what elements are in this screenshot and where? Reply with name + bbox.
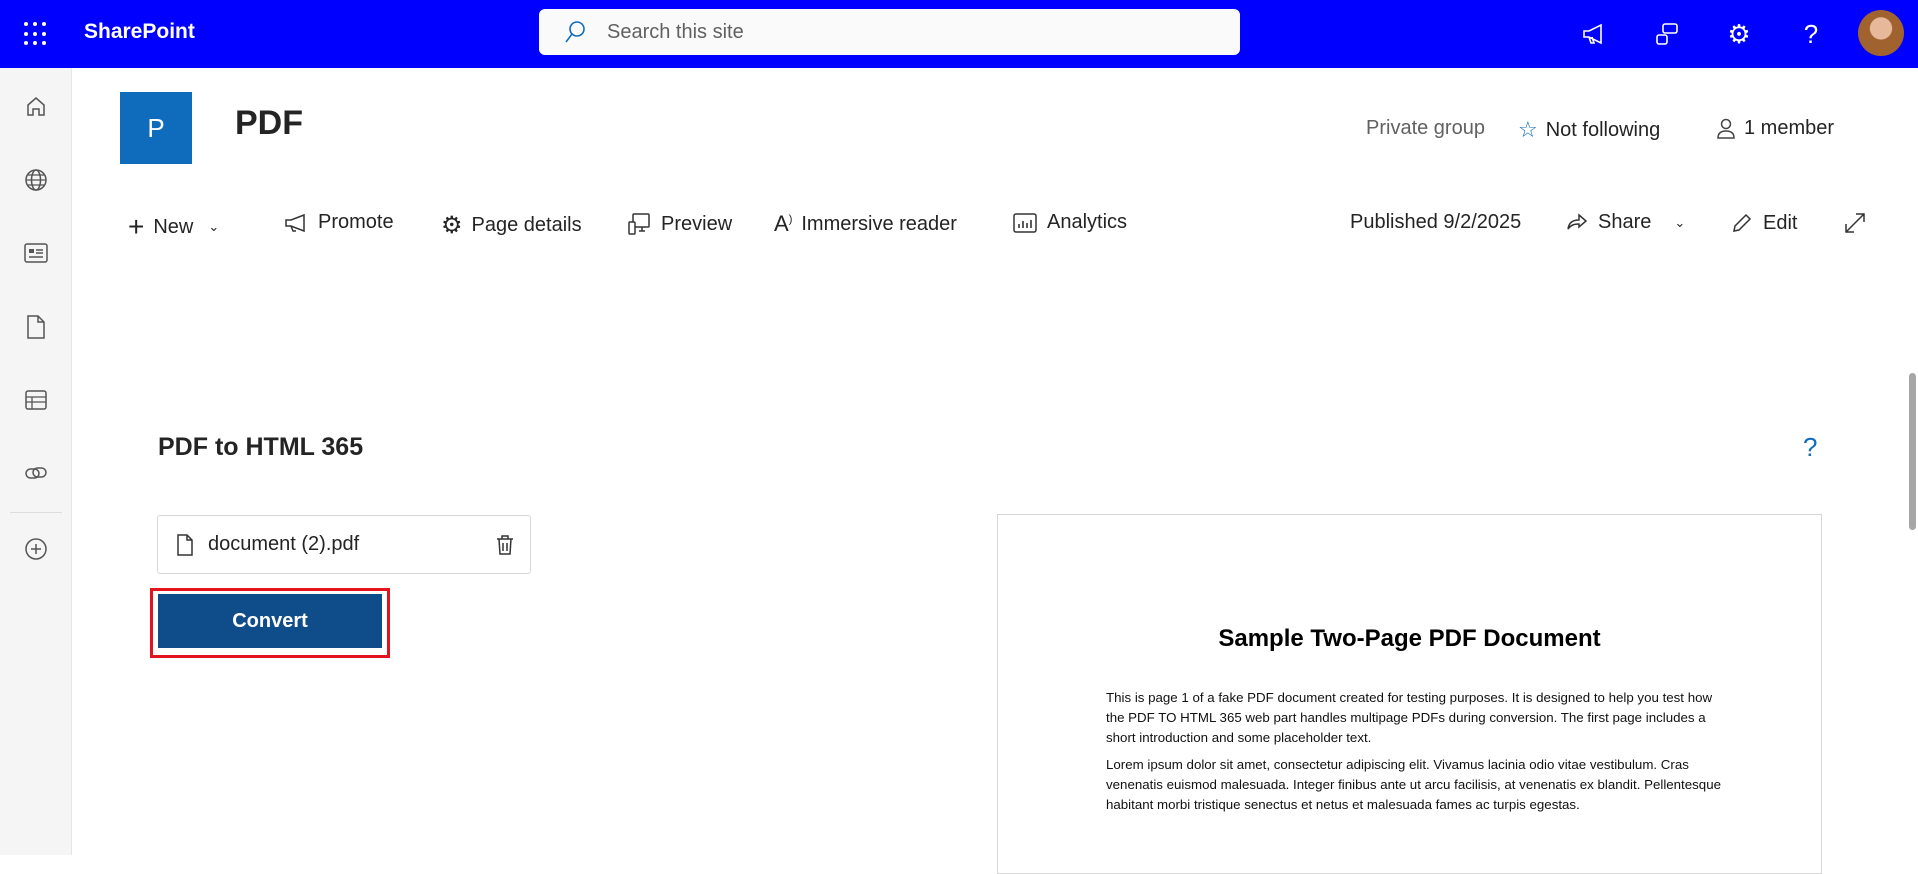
published-status: Published 9/2/2025 bbox=[1350, 211, 1522, 233]
webpart-title: PDF to HTML 365 bbox=[158, 433, 364, 461]
plus-icon: + bbox=[128, 211, 145, 242]
expand-icon bbox=[1845, 213, 1865, 233]
follow-button[interactable]: ☆ Not following bbox=[1518, 117, 1660, 143]
search-placeholder: Search this site bbox=[607, 20, 744, 43]
share-label: Share bbox=[1598, 211, 1652, 233]
file-icon[interactable] bbox=[22, 313, 50, 341]
trash-icon[interactable] bbox=[494, 534, 516, 556]
feedback-icon[interactable] bbox=[1649, 16, 1685, 52]
gear-icon: ⚙ bbox=[441, 212, 463, 239]
page-details-button[interactable]: ⚙ Page details bbox=[441, 211, 582, 240]
news-icon[interactable] bbox=[22, 239, 50, 267]
new-label: New bbox=[153, 215, 194, 238]
file-item: document (2).pdf bbox=[157, 515, 531, 574]
immersive-reader-label: Immersive reader bbox=[801, 212, 957, 235]
search-input[interactable]: Search this site bbox=[539, 9, 1240, 55]
rail-divider bbox=[10, 512, 62, 513]
site-title[interactable]: PDF bbox=[235, 104, 303, 143]
person-icon bbox=[1717, 118, 1735, 139]
pencil-icon bbox=[1733, 213, 1752, 232]
home-icon[interactable] bbox=[22, 92, 50, 120]
members-label: 1 member bbox=[1744, 117, 1835, 139]
chevron-down-icon: ⌄ bbox=[208, 219, 220, 234]
list-icon[interactable] bbox=[22, 386, 50, 414]
avatar[interactable] bbox=[1858, 10, 1904, 56]
file-icon bbox=[177, 533, 193, 556]
help-icon[interactable]: ? bbox=[1803, 432, 1817, 463]
promote-label: Promote bbox=[318, 211, 394, 233]
immersive-reader-button[interactable]: A) Immersive reader bbox=[774, 211, 957, 237]
site-logo[interactable]: P bbox=[120, 92, 192, 164]
help-icon[interactable]: ? bbox=[1793, 16, 1829, 52]
analytics-label: Analytics bbox=[1047, 211, 1128, 233]
search-icon bbox=[565, 21, 585, 43]
immersive-reader-icon: A) bbox=[774, 211, 793, 236]
pdf-preview: Sample Two-Page PDF Document This is pag… bbox=[997, 514, 1822, 874]
members-button[interactable]: 1 member bbox=[1716, 117, 1834, 140]
waffle-icon[interactable] bbox=[24, 22, 48, 46]
link-icon[interactable] bbox=[22, 459, 50, 487]
share-icon bbox=[1567, 212, 1588, 229]
expand-button[interactable] bbox=[1843, 211, 1867, 235]
suite-bar: SharePoint Search this site ⚙ ? bbox=[0, 0, 1918, 68]
privacy-label: Private group bbox=[1366, 117, 1485, 139]
convert-button[interactable]: Convert bbox=[158, 594, 382, 648]
left-rail bbox=[0, 68, 72, 855]
preview-label: Preview bbox=[661, 212, 733, 235]
edit-button[interactable]: Edit bbox=[1730, 211, 1797, 235]
star-icon: ☆ bbox=[1518, 117, 1538, 142]
analytics-icon bbox=[1013, 212, 1037, 233]
app-name[interactable]: SharePoint bbox=[84, 20, 195, 44]
chevron-down-icon: ⌄ bbox=[1674, 214, 1686, 230]
preview-button[interactable]: Preview bbox=[626, 211, 732, 237]
promote-button[interactable]: Promote bbox=[283, 211, 394, 234]
page-details-label: Page details bbox=[471, 214, 582, 236]
share-button[interactable]: Share ⌄ bbox=[1565, 211, 1685, 234]
file-name: document (2).pdf bbox=[208, 533, 360, 555]
new-button[interactable]: + New ⌄ bbox=[128, 211, 219, 243]
device-icon bbox=[628, 213, 650, 235]
analytics-button[interactable]: Analytics bbox=[1012, 211, 1127, 234]
megaphone-icon[interactable] bbox=[1576, 16, 1612, 52]
pdf-paragraph: This is page 1 of a fake PDF document cr… bbox=[1106, 690, 1713, 745]
megaphone-icon bbox=[285, 213, 305, 232]
edit-label: Edit bbox=[1763, 211, 1798, 234]
pdf-paragraph: Lorem ipsum dolor sit amet, consectetur … bbox=[1106, 757, 1721, 812]
pdf-title: Sample Two-Page PDF Document bbox=[1218, 625, 1601, 652]
add-icon[interactable] bbox=[22, 535, 50, 563]
globe-icon[interactable] bbox=[22, 166, 50, 194]
follow-label: Not following bbox=[1545, 118, 1661, 141]
scrollbar[interactable] bbox=[1909, 373, 1916, 530]
gear-icon[interactable]: ⚙ bbox=[1721, 16, 1757, 52]
